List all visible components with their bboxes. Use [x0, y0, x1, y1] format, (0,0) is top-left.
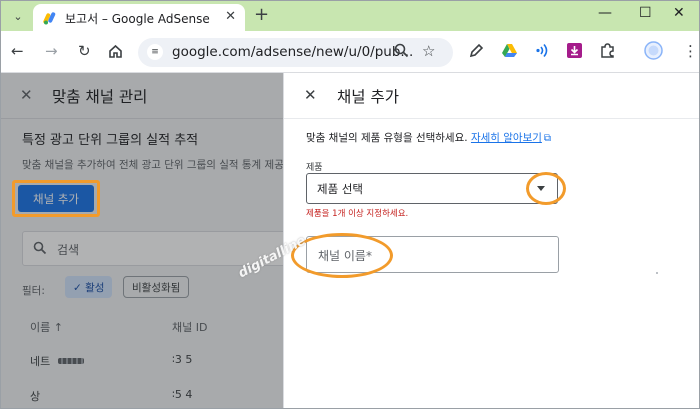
highlight-ring-channel-name [291, 233, 393, 278]
site-info-icon[interactable]: ≡ [147, 44, 163, 60]
tab-strip: ⌄ 보고서 – Google AdSense ✕ + — ☐ ✕ [0, 0, 700, 31]
panel-description: 맞춤 채널의 제품 유형을 선택하세요. 자세히 알아보기 ⧉ [306, 130, 551, 145]
browser-tab[interactable]: 보고서 – Google AdSense ✕ [33, 4, 245, 31]
google-drive-icon[interactable] [501, 42, 518, 59]
new-tab-icon[interactable]: + [254, 4, 269, 25]
adsense-logo-icon [43, 12, 56, 25]
browser-toolbar: ← → ↻ ≡ google.com/adsense/new/u/0/pub..… [0, 31, 700, 73]
product-select-value: 제품 선택 [317, 182, 363, 196]
panel-close-icon[interactable]: ✕ [304, 86, 317, 104]
zoom-icon[interactable] [394, 43, 409, 58]
home-icon[interactable] [108, 44, 123, 59]
download-box-icon[interactable] [566, 42, 583, 59]
add-channel-panel: ✕ 채널 추가 맞춤 채널의 제품 유형을 선택하세요. 자세히 알아보기 ⧉ 제… [283, 73, 700, 409]
close-window-icon[interactable]: ✕ [673, 5, 685, 21]
highlight-ring-add-button [12, 180, 100, 217]
minimize-icon[interactable]: — [598, 5, 612, 21]
panel-description-text: 맞춤 채널의 제품 유형을 선택하세요. [306, 132, 468, 144]
tab-close-icon[interactable]: ✕ [225, 9, 236, 24]
stray-dot [656, 272, 658, 274]
panel-divider [284, 118, 700, 119]
wifi-signal-icon[interactable] [534, 42, 551, 59]
more-menu-icon[interactable]: ⋮ [683, 42, 698, 60]
highlight-ring-dropdown [526, 172, 566, 205]
tab-search-icon[interactable]: ⌄ [8, 6, 28, 26]
external-link-icon: ⧉ [543, 133, 552, 144]
url-text: google.com/adsense/new/u/0/pub... [172, 44, 414, 60]
modal-scrim[interactable] [0, 73, 283, 409]
forward-arrow-icon[interactable]: → [45, 42, 58, 60]
pencil-icon[interactable] [468, 42, 485, 59]
bookmark-star-icon[interactable]: ☆ [422, 42, 435, 60]
product-label: 제품 [306, 163, 323, 173]
maximize-icon[interactable]: ☐ [639, 5, 652, 21]
product-select[interactable]: 제품 선택 [306, 173, 558, 204]
learn-more-link[interactable]: 자세히 알아보기 [471, 132, 542, 144]
puzzle-icon[interactable] [599, 42, 616, 59]
panel-title: 채널 추가 [337, 88, 399, 106]
product-error-message: 제품을 1개 이상 지정하세요. [306, 209, 409, 219]
reload-icon[interactable]: ↻ [78, 42, 91, 60]
back-arrow-icon[interactable]: ← [11, 42, 24, 60]
tab-title: 보고서 – Google AdSense [65, 12, 210, 26]
profile-avatar-icon[interactable] [644, 41, 663, 60]
address-bar[interactable]: ≡ google.com/adsense/new/u/0/pub... ☆ [138, 38, 453, 67]
